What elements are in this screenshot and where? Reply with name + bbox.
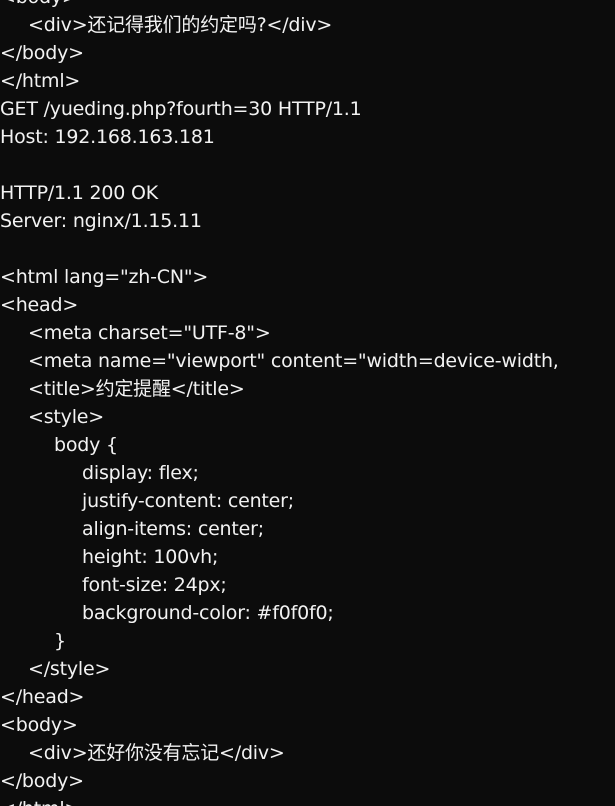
terminal-line: height: 100vh;	[82, 546, 219, 568]
terminal-line: GET /yueding.php?fourth=30 HTTP/1.1	[0, 98, 362, 120]
terminal-line: <body>	[0, 0, 615, 11]
terminal-line: <body>	[0, 714, 78, 736]
terminal-line: <html lang="zh-CN">	[0, 266, 209, 288]
terminal-line: justify-content: center;	[82, 490, 294, 512]
terminal-line: </style>	[28, 658, 111, 680]
terminal-line: Host: 192.168.163.181	[0, 126, 215, 148]
terminal-line: </html>	[0, 795, 615, 806]
terminal-line: </body>	[0, 42, 84, 64]
terminal-line: Server: nginx/1.15.11	[0, 210, 202, 232]
terminal-line: <div>还记得我们的约定吗?</div>	[28, 14, 333, 36]
terminal-line: <head>	[0, 294, 79, 316]
terminal-line: font-size: 24px;	[82, 574, 227, 596]
terminal-line: <meta name="viewport" content="width=dev…	[28, 350, 559, 372]
terminal-line: </html>	[0, 70, 81, 92]
terminal-line: </head>	[0, 686, 85, 708]
terminal-line: body {	[54, 434, 118, 456]
terminal-line: }	[54, 630, 66, 652]
terminal-output: <body> <div>还记得我们的约定吗?</div> </body> </h…	[0, 0, 615, 806]
terminal-line: background-color: #f0f0f0;	[82, 602, 334, 624]
terminal-line: </body>	[0, 770, 84, 792]
terminal-line: display: flex;	[82, 462, 199, 484]
terminal-line: <title>约定提醒</title>	[28, 378, 245, 400]
terminal-line: HTTP/1.1 200 OK	[0, 182, 158, 204]
terminal-line: <div>还好你没有忘记</div>	[28, 742, 285, 764]
terminal-line: <meta charset="UTF-8">	[28, 322, 271, 344]
terminal-line: <style>	[28, 406, 105, 428]
terminal-window[interactable]: <body> <div>还记得我们的约定吗?</div> </body> </h…	[0, 0, 615, 806]
terminal-line: align-items: center;	[82, 518, 264, 540]
